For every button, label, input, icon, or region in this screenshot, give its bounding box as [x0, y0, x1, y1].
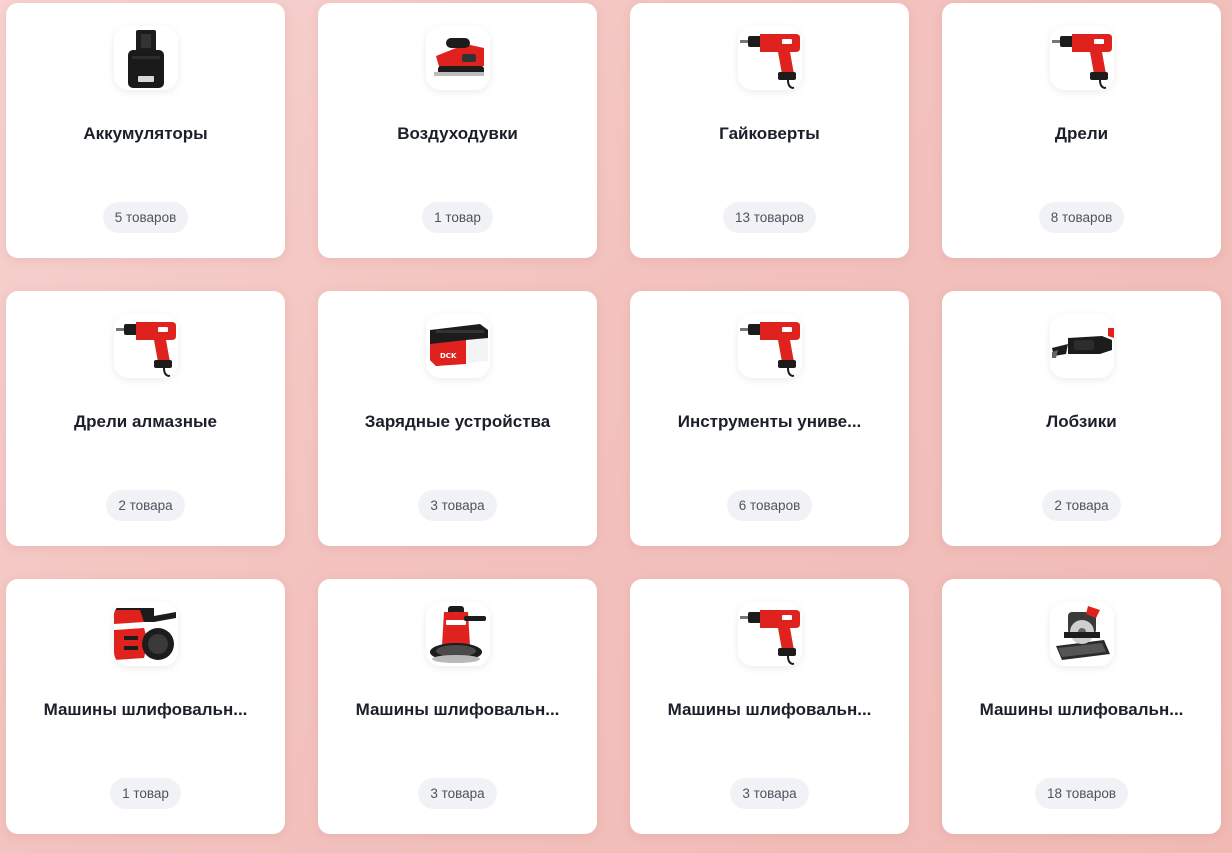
- drill-icon: [739, 34, 800, 89]
- category-card[interactable]: Дрели 8 товаров: [942, 3, 1221, 258]
- category-title: Машины шлифовальн...: [979, 700, 1184, 719]
- category-thumbnail: [1049, 602, 1114, 666]
- category-card[interactable]: DCK Зарядные устройства 3 товара: [318, 291, 597, 546]
- product-count-badge: 3 товара: [418, 778, 497, 809]
- category-title: Дрели: [1054, 124, 1109, 143]
- product-count-badge: 18 товаров: [1034, 778, 1129, 809]
- category-card[interactable]: Машины шлифовальн... 18 товаров: [942, 579, 1221, 834]
- product-count-badge: 1 товар: [422, 202, 493, 233]
- product-count-badge: 1 товар: [110, 778, 181, 809]
- product-count-badge: 2 товара: [1042, 490, 1121, 521]
- table-saw-icon: [1055, 606, 1110, 660]
- planer-icon: [433, 38, 484, 76]
- category-title: Инструменты униве...: [677, 412, 862, 431]
- category-title: Воздуходувки: [397, 124, 518, 143]
- category-card[interactable]: Машины шлифовальн... 3 товара: [318, 579, 597, 834]
- category-thumbnail: [113, 26, 178, 90]
- category-thumbnail: [425, 602, 490, 666]
- category-thumbnail: [113, 314, 178, 378]
- drill-icon: [739, 610, 800, 665]
- category-card[interactable]: Инструменты униве... 6 товаров: [630, 291, 909, 546]
- category-thumbnail: [425, 26, 490, 90]
- product-count-badge: 2 товара: [106, 490, 185, 521]
- category-card[interactable]: Лобзики 2 товара: [942, 291, 1221, 546]
- category-title: Дрели алмазные: [74, 412, 217, 431]
- category-grid: Аккумуляторы 5 товаров Воздуходувки 1 то…: [6, 3, 1221, 834]
- category-thumbnail: [737, 26, 802, 90]
- category-thumbnail: [1049, 314, 1114, 378]
- category-card[interactable]: Гайковерты 13 товаров: [630, 3, 909, 258]
- category-thumbnail: [737, 602, 802, 666]
- category-title: Аккумуляторы: [83, 124, 208, 143]
- product-count-badge: 6 товаров: [726, 490, 813, 521]
- drill-icon: [739, 322, 800, 377]
- svg-text:DCK: DCK: [440, 352, 457, 360]
- wall-sander-icon: [429, 606, 486, 663]
- category-card[interactable]: Машины шлифовальн... 1 товар: [6, 579, 285, 834]
- category-thumbnail: [113, 602, 178, 666]
- category-thumbnail: [1049, 26, 1114, 90]
- reciprocating-saw-icon: [1051, 328, 1114, 358]
- category-title: Машины шлифовальн...: [43, 700, 248, 719]
- category-thumbnail: [737, 314, 802, 378]
- category-title: Гайковерты: [719, 124, 820, 143]
- category-card[interactable]: Машины шлифовальн... 3 товара: [630, 579, 909, 834]
- drill-icon: [1051, 34, 1112, 89]
- category-title: Лобзики: [1046, 412, 1117, 431]
- category-card[interactable]: Аккумуляторы 5 товаров: [6, 3, 285, 258]
- battery-pack-icon: DCK: [429, 324, 488, 366]
- category-title: Машины шлифовальн...: [355, 700, 560, 719]
- product-count-badge: 3 товара: [730, 778, 809, 809]
- product-count-badge: 3 товара: [418, 490, 497, 521]
- product-count-badge: 13 товаров: [722, 202, 817, 233]
- category-title: Зарядные устройства: [364, 412, 551, 431]
- product-count-badge: 8 товаров: [1038, 202, 1125, 233]
- angle-grinder-icon: [113, 608, 176, 660]
- drill-icon: [115, 322, 176, 377]
- category-card[interactable]: Воздуходувки 1 товар: [318, 3, 597, 258]
- category-card[interactable]: Дрели алмазные 2 товара: [6, 291, 285, 546]
- category-title: Машины шлифовальн...: [667, 700, 872, 719]
- battery-icon: [127, 30, 164, 88]
- product-count-badge: 5 товаров: [102, 202, 189, 233]
- category-thumbnail: DCK: [425, 314, 490, 378]
